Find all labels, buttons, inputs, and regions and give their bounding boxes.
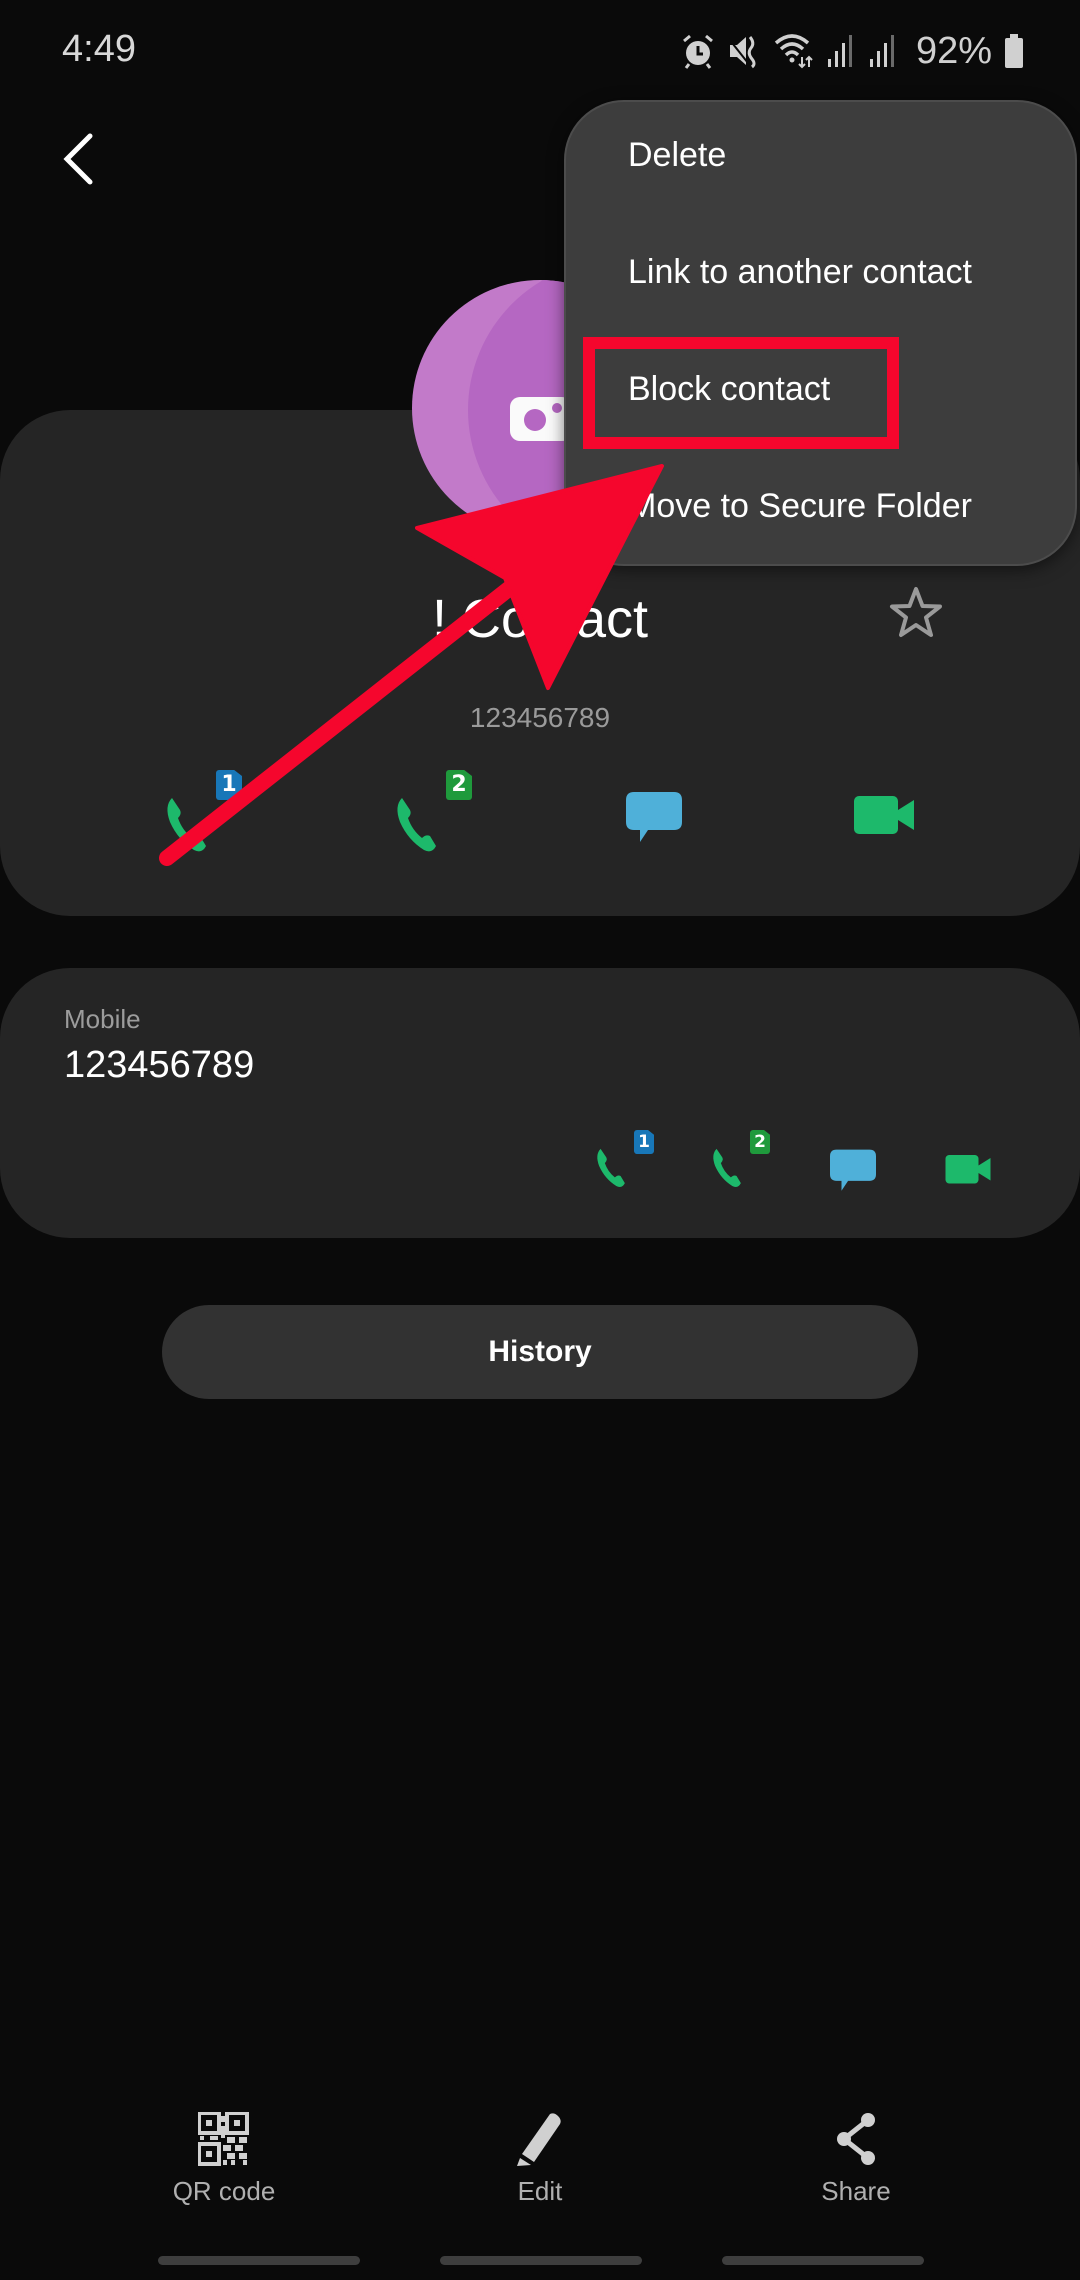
- status-icons: 92%: [680, 30, 1024, 72]
- menu-item-link-contact[interactable]: Link to another contact: [628, 253, 972, 292]
- share-button[interactable]: Share: [756, 2100, 956, 2220]
- camera-icon: [510, 397, 572, 441]
- call-sim1-button[interactable]: 1: [592, 1120, 662, 1200]
- message-icon: [830, 1149, 876, 1191]
- history-button[interactable]: History: [162, 1305, 918, 1399]
- video-icon: [854, 796, 914, 834]
- signal-sim2-icon: [868, 33, 898, 69]
- favorite-button[interactable]: [886, 584, 946, 644]
- pencil-icon: [517, 2113, 561, 2166]
- battery-percent: 92%: [915, 29, 992, 72]
- contact-detail-screen: 4:49 92% ! Contact 123456789 1 2 Mobile …: [0, 0, 1080, 2280]
- bottom-action-bar: QR code Edit Share: [0, 2100, 1080, 2220]
- sim2-badge: 2: [750, 1130, 770, 1154]
- message-icon: [626, 792, 682, 842]
- edit-button[interactable]: Edit: [440, 2100, 640, 2220]
- menu-item-move-secure-folder[interactable]: Move to Secure Folder: [628, 487, 972, 526]
- video-call-button[interactable]: [850, 768, 940, 868]
- qr-code-icon: [198, 2112, 249, 2166]
- number-action-row: 1 2: [0, 1120, 1080, 1200]
- message-button[interactable]: [620, 768, 710, 868]
- video-icon: [945, 1155, 991, 1184]
- annotation-highlight-box: [583, 337, 899, 449]
- star-outline-icon: [890, 587, 942, 637]
- battery-icon: [1004, 33, 1024, 69]
- nav-handle-right: [722, 2256, 924, 2265]
- alarm-icon: [680, 33, 716, 69]
- sim1-badge: 1: [216, 770, 242, 800]
- contact-subtitle: 123456789: [469, 702, 611, 733]
- contact-action-row: 1 2: [0, 768, 1080, 868]
- call-sim1-button[interactable]: 1: [160, 768, 250, 868]
- signal-sim1-icon: [826, 33, 856, 69]
- call-sim2-button[interactable]: 2: [390, 768, 480, 868]
- mute-icon: [728, 33, 762, 69]
- back-button[interactable]: [50, 122, 110, 192]
- edit-label: Edit: [517, 2176, 563, 2206]
- chevron-left-icon: [63, 133, 93, 185]
- video-call-button[interactable]: [944, 1120, 1014, 1200]
- wifi-icon: [774, 33, 814, 69]
- qr-code-label: QR code: [172, 2176, 276, 2206]
- phone-number[interactable]: 123456789: [64, 1044, 254, 1087]
- status-time: 4:49: [62, 28, 136, 70]
- message-button[interactable]: [828, 1120, 898, 1200]
- share-label: Share: [821, 2176, 891, 2206]
- nav-handle-left: [158, 2256, 360, 2265]
- menu-item-delete[interactable]: Delete: [628, 136, 726, 175]
- sim2-badge: 2: [446, 770, 472, 800]
- share-icon: [837, 2113, 875, 2165]
- overflow-menu: Delete Link to another contact Block con…: [564, 100, 1077, 566]
- number-type-label: Mobile: [64, 1004, 141, 1034]
- sim1-badge: 1: [634, 1130, 654, 1154]
- call-sim2-button[interactable]: 2: [708, 1120, 778, 1200]
- status-bar: 4:49 92%: [0, 0, 1080, 100]
- qr-code-button[interactable]: QR code: [124, 2100, 324, 2220]
- nav-handle-center: [440, 2256, 642, 2265]
